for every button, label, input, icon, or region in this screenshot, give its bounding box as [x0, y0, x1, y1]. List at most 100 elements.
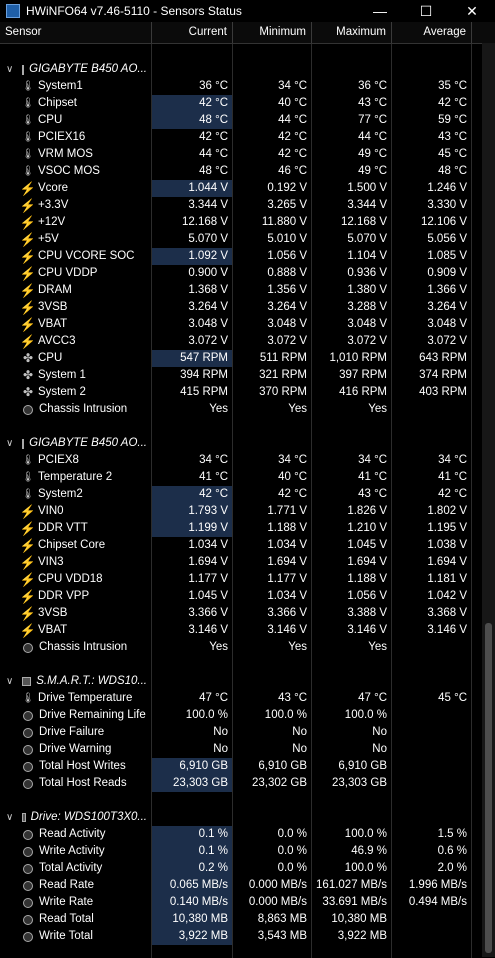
- spacer-cell: [0, 44, 152, 61]
- sensor-group-header[interactable]: ∨ Drive: WDS100T3X0...: [0, 809, 495, 826]
- sensor-row[interactable]: ⚡ DDR VPP 1.045 V 1.034 V 1.056 V 1.042 V: [0, 588, 495, 605]
- sensor-name-cell: Drive Warning: [0, 741, 152, 758]
- sensor-row[interactable]: 🌡 Drive Temperature 47 °C 43 °C 47 °C 45 °C: [0, 690, 495, 707]
- sensor-row[interactable]: ⚡ 3VSB 3.366 V 3.366 V 3.388 V 3.368 V: [0, 605, 495, 622]
- window-controls: — ☐ ✕: [357, 0, 495, 22]
- sensor-row[interactable]: Write Total 3,922 MB 3,543 MB 3,922 MB: [0, 928, 495, 945]
- sensor-row[interactable]: 🌡 CPU 48 °C 44 °C 77 °C 59 °C: [0, 112, 495, 129]
- sensor-row[interactable]: ✤ System 1 394 RPM 321 RPM 397 RPM 374 RPM: [0, 367, 495, 384]
- minimum-value: 42 °C: [233, 146, 312, 163]
- maximum-value: 416 RPM: [312, 384, 392, 401]
- maximum-value: 49 °C: [312, 163, 392, 180]
- maximum-value: 3.344 V: [312, 197, 392, 214]
- sensor-list[interactable]: ∨ GIGABYTE B450 AO... 🌡 System1 36 °C 34 °C 36…: [0, 44, 495, 958]
- status-circle-icon: [23, 642, 33, 653]
- sensor-row[interactable]: 🌡 System2 42 °C 42 °C 43 °C 42 °C: [0, 486, 495, 503]
- sensor-row[interactable]: 🌡 System1 36 °C 34 °C 36 °C 35 °C: [0, 78, 495, 95]
- sensor-name-cell: ✤ System 1: [0, 367, 152, 384]
- sensor-row[interactable]: ⚡ VIN3 1.694 V 1.694 V 1.694 V 1.694 V: [0, 554, 495, 571]
- sensor-row[interactable]: ⚡ AVCC3 3.072 V 3.072 V 3.072 V 3.072 V: [0, 333, 495, 350]
- minimum-value: 44 °C: [233, 112, 312, 129]
- sensor-row[interactable]: ✤ CPU 547 RPM 511 RPM 1,010 RPM 643 RPM: [0, 350, 495, 367]
- minimum-value: 3.146 V: [233, 622, 312, 639]
- group-cell: [233, 809, 312, 826]
- sensor-row[interactable]: ⚡ VBAT 3.146 V 3.146 V 3.146 V 3.146 V: [0, 622, 495, 639]
- sensor-name-cell: Chassis Intrusion: [0, 401, 152, 418]
- sensor-row[interactable]: Drive Remaining Life 100.0 % 100.0 % 100.0 …: [0, 707, 495, 724]
- sensor-group-header[interactable]: ∨ S.M.A.R.T.: WDS10...: [0, 673, 495, 690]
- sensor-row[interactable]: Drive Failure No No No: [0, 724, 495, 741]
- sensor-row[interactable]: ⚡ VIN0 1.793 V 1.771 V 1.826 V 1.802 V: [0, 503, 495, 520]
- maximum-value: 3.388 V: [312, 605, 392, 622]
- sensor-name-cell: 🌡 Chipset: [0, 95, 152, 112]
- scrollbar-thumb[interactable]: [485, 623, 492, 953]
- close-icon[interactable]: ✕: [449, 0, 495, 22]
- sensor-row[interactable]: 🌡 VRM MOS 44 °C 42 °C 49 °C 45 °C: [0, 146, 495, 163]
- collapse-chevron-icon[interactable]: ∨: [6, 64, 13, 75]
- sensor-row[interactable]: Total Host Reads 23,303 GB 23,302 GB 23,303…: [0, 775, 495, 792]
- minimum-value: 1.356 V: [233, 282, 312, 299]
- spacer-cell: [0, 656, 152, 673]
- sensor-row[interactable]: Chassis Intrusion Yes Yes Yes: [0, 639, 495, 656]
- sensor-row[interactable]: ⚡ 3VSB 3.264 V 3.264 V 3.288 V 3.264 V: [0, 299, 495, 316]
- sensor-row[interactable]: ⚡ CPU VDDP 0.900 V 0.888 V 0.936 V 0.909 V: [0, 265, 495, 282]
- column-maximum[interactable]: Maximum: [312, 22, 392, 43]
- column-average[interactable]: Average: [392, 22, 472, 43]
- average-value: 3.264 V: [392, 299, 472, 316]
- sensor-row[interactable]: Write Rate 0.140 MB/s 0.000 MB/s 33.691 MB/…: [0, 894, 495, 911]
- vertical-scrollbar[interactable]: [482, 43, 495, 957]
- maximize-icon[interactable]: ☐: [403, 0, 449, 22]
- minimize-icon[interactable]: —: [357, 0, 403, 22]
- sensor-row[interactable]: ⚡ +5V 5.070 V 5.010 V 5.070 V 5.056 V: [0, 231, 495, 248]
- sensor-row[interactable]: Total Host Writes 6,910 GB 6,910 GB 6,910 G…: [0, 758, 495, 775]
- maximum-value: 23,303 GB: [312, 775, 392, 792]
- sensor-name-cell: ⚡ DDR VTT: [0, 520, 152, 537]
- minimum-value: 3.048 V: [233, 316, 312, 333]
- current-value: 1.368 V: [152, 282, 233, 299]
- sensor-row[interactable]: 🌡 VSOC MOS 48 °C 46 °C 49 °C 48 °C: [0, 163, 495, 180]
- current-value: 415 RPM: [152, 384, 233, 401]
- sensor-name-cell: ✤ System 2: [0, 384, 152, 401]
- sensor-row[interactable]: 🌡 Temperature 2 41 °C 40 °C 41 °C 41 °C: [0, 469, 495, 486]
- sensor-row[interactable]: ⚡ Chipset Core 1.034 V 1.034 V 1.045 V 1.038 …: [0, 537, 495, 554]
- sensor-row[interactable]: ⚡ CPU VCORE SOC 1.092 V 1.056 V 1.104 V 1.085…: [0, 248, 495, 265]
- sensor-row[interactable]: Read Total 10,380 MB 8,863 MB 10,380 MB: [0, 911, 495, 928]
- sensor-row[interactable]: ⚡ DRAM 1.368 V 1.356 V 1.380 V 1.366 V: [0, 282, 495, 299]
- sensor-group-header[interactable]: ∨ GIGABYTE B450 AO...: [0, 61, 495, 78]
- group-cell: [233, 61, 312, 78]
- voltage-bolt-icon: ⚡: [19, 504, 37, 519]
- sensor-row[interactable]: Chassis Intrusion Yes Yes Yes: [0, 401, 495, 418]
- minimum-value: 34 °C: [233, 78, 312, 95]
- sensor-row[interactable]: 🌡 PCIEX16 42 °C 42 °C 44 °C 43 °C: [0, 129, 495, 146]
- column-sensor[interactable]: Sensor: [0, 22, 152, 43]
- sensor-row[interactable]: 🌡 PCIEX8 34 °C 34 °C 34 °C 34 °C: [0, 452, 495, 469]
- sensor-group-header[interactable]: ∨ GIGABYTE B450 AO...: [0, 435, 495, 452]
- sensor-row[interactable]: ⚡ +3.3V 3.344 V 3.265 V 3.344 V 3.330 V: [0, 197, 495, 214]
- sensor-row[interactable]: Total Activity 0.2 % 0.0 % 100.0 % 2.0 %: [0, 860, 495, 877]
- minimum-value: 34 °C: [233, 452, 312, 469]
- average-value: 42 °C: [392, 95, 472, 112]
- column-minimum[interactable]: Minimum: [233, 22, 312, 43]
- sensor-name-cell: Write Total: [0, 928, 152, 945]
- sensor-row[interactable]: ⚡ CPU VDD18 1.177 V 1.177 V 1.188 V 1.181 V: [0, 571, 495, 588]
- sensor-row[interactable]: Read Activity 0.1 % 0.0 % 100.0 % 1.5 %: [0, 826, 495, 843]
- spacer-cell: [152, 418, 233, 435]
- collapse-chevron-icon[interactable]: ∨: [6, 812, 13, 823]
- minimum-value: 0.000 MB/s: [233, 894, 312, 911]
- sensor-row[interactable]: 🌡 Chipset 42 °C 40 °C 43 °C 42 °C: [0, 95, 495, 112]
- sensor-row[interactable]: ✤ System 2 415 RPM 370 RPM 416 RPM 403 RPM: [0, 384, 495, 401]
- voltage-bolt-icon: ⚡: [19, 521, 37, 536]
- sensor-row[interactable]: ⚡ DDR VTT 1.199 V 1.188 V 1.210 V 1.195 V: [0, 520, 495, 537]
- column-current[interactable]: Current: [152, 22, 233, 43]
- sensor-row[interactable]: Read Rate 0.065 MB/s 0.000 MB/s 161.027 MB/…: [0, 877, 495, 894]
- sensor-row[interactable]: Write Activity 0.1 % 0.0 % 46.9 % 0.6 %: [0, 843, 495, 860]
- fan-icon: ✤: [22, 368, 34, 382]
- sensor-row[interactable]: ⚡ VBAT 3.048 V 3.048 V 3.048 V 3.048 V: [0, 316, 495, 333]
- collapse-chevron-icon[interactable]: ∨: [6, 676, 13, 687]
- maximum-value: 100.0 %: [312, 826, 392, 843]
- collapse-chevron-icon[interactable]: ∨: [6, 438, 13, 449]
- sensor-row[interactable]: ⚡ +12V 12.168 V 11.880 V 12.168 V 12.106 V: [0, 214, 495, 231]
- sensor-row[interactable]: ⚡ Vcore 1.044 V 0.192 V 1.500 V 1.246 V: [0, 180, 495, 197]
- current-value: 0.065 MB/s: [152, 877, 233, 894]
- sensor-row[interactable]: Drive Warning No No No: [0, 741, 495, 758]
